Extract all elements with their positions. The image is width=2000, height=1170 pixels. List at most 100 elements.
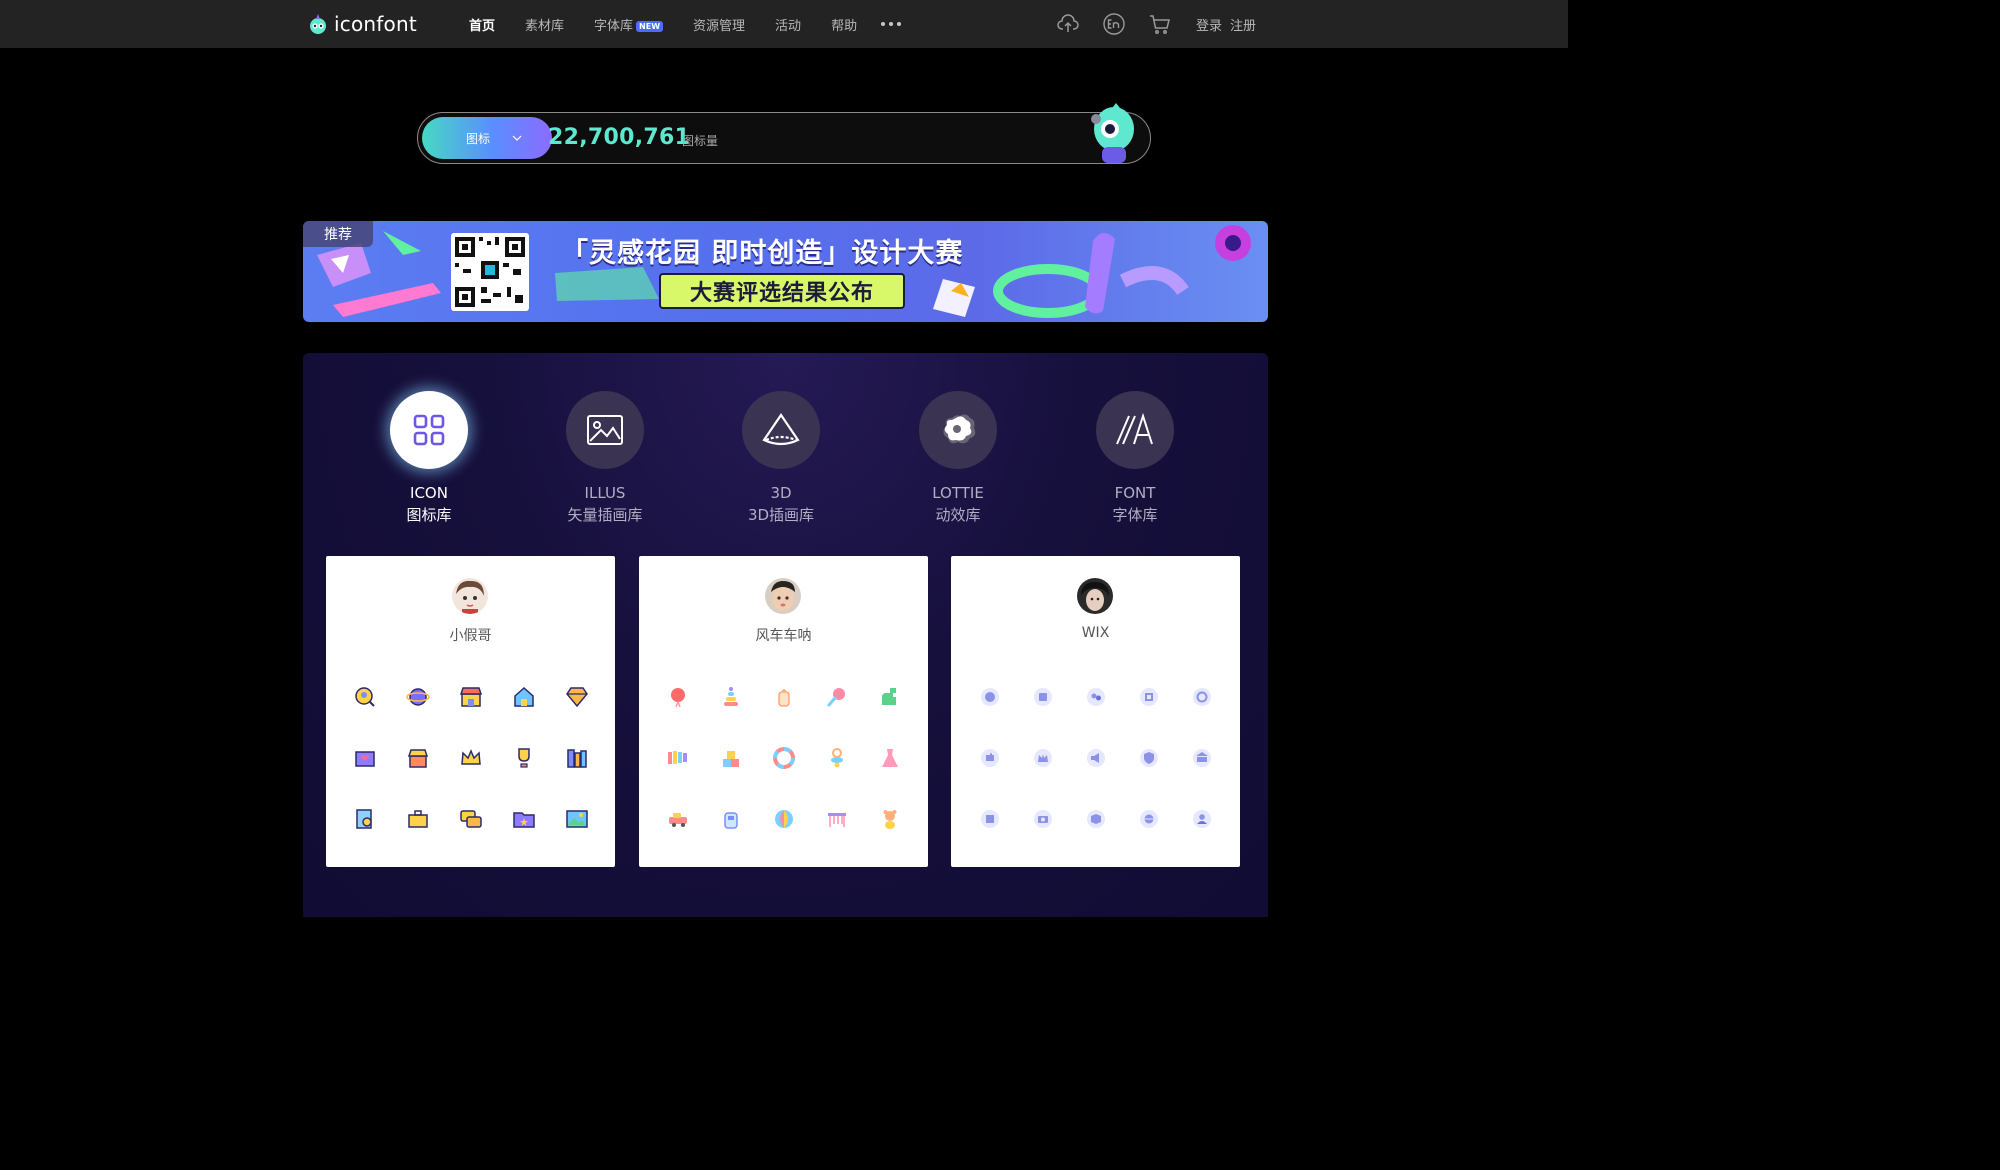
category-en: FONT: [1114, 484, 1156, 502]
collection-card[interactable]: WIX: [951, 556, 1240, 867]
avatar[interactable]: [765, 578, 801, 614]
icon-count: 22,700,761: [548, 125, 691, 150]
collection-card[interactable]: 小假哥: [326, 556, 615, 867]
crib-icon[interactable]: [825, 807, 849, 831]
info-badge-icon[interactable]: [978, 685, 1002, 709]
more-menu-icon[interactable]: [881, 22, 902, 26]
upload-icon[interactable]: [1056, 12, 1080, 36]
promo-banner[interactable]: 推荐 「灵感花园 即时创造」设计大赛 大赛评选结果公布: [303, 221, 1268, 322]
nav-item-fonts-label: 字体库: [594, 18, 634, 34]
home-icon[interactable]: [512, 685, 536, 709]
collection-author: 风车车呐: [755, 628, 812, 644]
megaphone-badge-icon[interactable]: [1084, 746, 1108, 770]
category-icon-circle: [390, 391, 468, 469]
logo-mark-icon: [310, 14, 326, 34]
globe-badge-icon[interactable]: [1137, 807, 1161, 831]
main-nav: 首页 素材库 字体库 NEW 资源管理 活动 帮助: [469, 0, 902, 48]
diamond-icon[interactable]: [565, 685, 589, 709]
avatar[interactable]: [1077, 578, 1113, 614]
ring-tower-icon[interactable]: [719, 685, 743, 709]
crown-icon[interactable]: [459, 746, 483, 770]
balloon-icon[interactable]: [666, 685, 690, 709]
collection-card[interactable]: 风车车呐: [639, 556, 928, 867]
language-en-icon[interactable]: [1102, 12, 1126, 36]
camera-badge-icon[interactable]: [1031, 807, 1055, 831]
baby-bottle-icon[interactable]: [772, 685, 796, 709]
teddy-icon[interactable]: [878, 807, 902, 831]
box-badge-icon[interactable]: [1084, 807, 1108, 831]
dress-icon[interactable]: [878, 746, 902, 770]
bank-badge-icon[interactable]: [1190, 746, 1214, 770]
mail-heart-icon[interactable]: [353, 746, 377, 770]
category-3d[interactable]: 3D 3D插画库: [716, 391, 846, 527]
beach-ball-icon[interactable]: [772, 807, 796, 831]
calendar-badge-icon[interactable]: [1031, 685, 1055, 709]
search-bar[interactable]: 图标 22,700,761 图标量: [417, 103, 1151, 164]
icon-preview-grid: [351, 681, 591, 841]
banner-subtitle: 大赛评选结果公布: [659, 273, 905, 309]
books-icon[interactable]: [565, 746, 589, 770]
category-cn: 动效库: [935, 506, 981, 524]
category-cn: 3D插画库: [747, 506, 815, 524]
iconfont-logo[interactable]: iconfont: [306, 9, 417, 39]
trophy-icon[interactable]: [512, 746, 536, 770]
document-search-icon[interactable]: [353, 807, 377, 831]
shield-badge-icon[interactable]: [1137, 746, 1161, 770]
lottie-star-icon: [943, 414, 976, 444]
xylophone-icon[interactable]: [666, 746, 690, 770]
login-link[interactable]: 登录: [1196, 19, 1222, 34]
puzzle-badge-icon[interactable]: [978, 746, 1002, 770]
category-tabs: ICON 图标库 ILLUS 矢量插画库 3D 3D插画库 LOTTIE 动效库…: [303, 391, 1268, 531]
collection-author: 小假哥: [449, 628, 492, 644]
blocks-icon[interactable]: [719, 746, 743, 770]
category-icon[interactable]: ICON 图标库: [364, 391, 494, 527]
nav-right: 登录 注册: [1034, 0, 1256, 48]
shop-icon[interactable]: [459, 685, 483, 709]
settings-badge-icon[interactable]: [1190, 685, 1214, 709]
life-ring-icon[interactable]: [772, 746, 796, 770]
nav-item-materials[interactable]: 素材库: [525, 15, 564, 34]
category-cn: 图标库: [406, 506, 452, 524]
recommend-tag: 推荐: [303, 221, 373, 247]
chevron-down-icon: [512, 135, 522, 141]
banner-title: 「灵感花园 即时创造」设计大赛: [561, 238, 964, 269]
library-panel: ICON 图标库 ILLUS 矢量插画库 3D 3D插画库 LOTTIE 动效库…: [303, 353, 1268, 917]
nav-item-help[interactable]: 帮助: [831, 15, 857, 34]
category-font-circle: [1096, 391, 1174, 469]
category-font[interactable]: FONT 字体库: [1070, 391, 1200, 527]
collection-author: WIX: [1081, 625, 1110, 641]
nav-item-resources[interactable]: 资源管理: [693, 15, 745, 34]
window-badge-icon[interactable]: [1137, 685, 1161, 709]
user-badge-icon[interactable]: [1190, 807, 1214, 831]
dinosaur-icon[interactable]: [878, 685, 902, 709]
rattle-icon[interactable]: [825, 685, 849, 709]
planet-icon[interactable]: [406, 685, 430, 709]
toy-car-icon[interactable]: [666, 807, 690, 831]
chat-icon[interactable]: [459, 807, 483, 831]
users-badge-icon[interactable]: [1084, 685, 1108, 709]
briefcase-icon[interactable]: [406, 807, 430, 831]
category-illus[interactable]: ILLUS 矢量插画库: [540, 391, 670, 527]
cone-3d-icon: [762, 413, 800, 446]
nav-item-fonts[interactable]: 字体库 NEW: [594, 15, 664, 34]
store-icon[interactable]: [406, 746, 430, 770]
category-lottie-circle: [919, 391, 997, 469]
avatar[interactable]: [452, 578, 488, 614]
cup-badge-icon[interactable]: [978, 807, 1002, 831]
search-type-dropdown[interactable]: 图标: [422, 117, 552, 159]
search-people-icon[interactable]: [353, 685, 377, 709]
walkie-icon[interactable]: [719, 807, 743, 831]
cart-icon[interactable]: [1148, 12, 1172, 36]
pacifier-icon[interactable]: [825, 746, 849, 770]
nav-item-activity[interactable]: 活动: [775, 15, 801, 34]
nav-item-home[interactable]: 首页: [469, 15, 495, 34]
qr-code-icon: [451, 233, 529, 311]
register-link[interactable]: 注册: [1230, 19, 1256, 34]
brand-name: iconfont: [334, 12, 417, 36]
auth-links: 登录 注册: [1196, 15, 1256, 34]
picture-icon[interactable]: [565, 807, 589, 831]
folder-star-icon[interactable]: [512, 807, 536, 831]
category-lottie[interactable]: LOTTIE 动效库: [893, 391, 1023, 527]
crown-badge-icon[interactable]: [1031, 746, 1055, 770]
mascot-icon: [1091, 103, 1134, 163]
